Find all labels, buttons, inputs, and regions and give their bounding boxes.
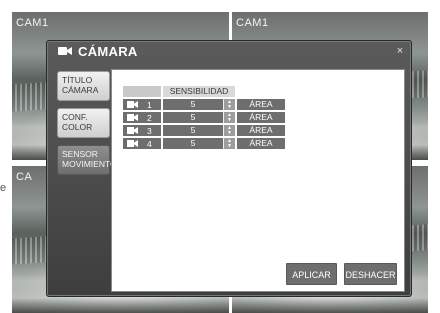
tab-label: SENSOR MOVIMIENTO xyxy=(62,149,117,169)
apply-button[interactable]: APLICAR xyxy=(286,263,337,285)
side-text: e xyxy=(0,182,7,194)
camera-icon xyxy=(127,101,138,108)
dialog-titlebar: CÁMARA × xyxy=(47,41,411,61)
down-arrow-icon[interactable]: ▼ xyxy=(227,130,232,136)
camera-number: 2 xyxy=(147,112,152,123)
camera-cell: 1 xyxy=(123,99,161,110)
camera-icon xyxy=(127,140,138,147)
header-camera-column xyxy=(123,86,161,97)
sensitivity-value[interactable]: 5 xyxy=(163,99,223,110)
table-row: 3 5 ▲ ▼ ÁREA xyxy=(123,125,293,136)
area-button[interactable]: ÁREA xyxy=(237,99,285,110)
down-arrow-icon[interactable]: ▼ xyxy=(227,104,232,110)
camera-tile-label: CAM1 xyxy=(16,17,49,29)
sensitivity-stepper[interactable]: ▲ ▼ xyxy=(223,138,235,149)
undo-button[interactable]: DESHACER xyxy=(344,263,397,285)
sensitivity-stepper[interactable]: ▲ ▼ xyxy=(223,112,235,123)
camera-icon xyxy=(58,46,72,56)
camera-cell: 4 xyxy=(123,138,161,149)
camera-settings-dialog: CÁMARA × TÍTULO CÁMARA CONF. COLOR SENSO… xyxy=(46,40,412,297)
sensitivity-stepper[interactable]: ▲ ▼ xyxy=(223,99,235,110)
area-button[interactable]: ÁREA xyxy=(237,125,285,136)
sensitivity-table: SENSIBILIDAD 1 5 ▲ ▼ ÁREA 2 5 ▲ ▼ ÁREA 3… xyxy=(123,86,293,151)
down-arrow-icon[interactable]: ▼ xyxy=(227,117,232,123)
tab-color-config[interactable]: CONF. COLOR xyxy=(57,108,110,138)
close-button[interactable]: × xyxy=(393,44,407,58)
sensitivity-stepper[interactable]: ▲ ▼ xyxy=(223,125,235,136)
camera-icon xyxy=(127,127,138,134)
tab-label: CONF. COLOR xyxy=(62,112,93,132)
tab-label: TÍTULO CÁMARA xyxy=(62,75,99,95)
camera-number: 4 xyxy=(147,138,152,149)
area-button[interactable]: ÁREA xyxy=(237,112,285,123)
table-header: SENSIBILIDAD xyxy=(123,86,293,97)
camera-icon xyxy=(127,114,138,121)
settings-panel: SENSIBILIDAD 1 5 ▲ ▼ ÁREA 2 5 ▲ ▼ ÁREA 3… xyxy=(111,69,405,292)
camera-tile-label: CA xyxy=(16,171,33,183)
camera-tile-label: CAM1 xyxy=(236,17,269,29)
dialog-title: CÁMARA xyxy=(78,43,138,59)
down-arrow-icon[interactable]: ▼ xyxy=(227,143,232,149)
table-row: 2 5 ▲ ▼ ÁREA xyxy=(123,112,293,123)
sensitivity-value[interactable]: 5 xyxy=(163,112,223,123)
camera-number: 3 xyxy=(147,125,152,136)
table-row: 1 5 ▲ ▼ ÁREA xyxy=(123,99,293,110)
camera-number: 1 xyxy=(147,99,152,110)
tab-camera-title[interactable]: TÍTULO CÁMARA xyxy=(57,71,110,101)
sensitivity-value[interactable]: 5 xyxy=(163,125,223,136)
tab-motion-sensor[interactable]: SENSOR MOVIMIENTO xyxy=(57,145,117,175)
table-row: 4 5 ▲ ▼ ÁREA xyxy=(123,138,293,149)
camera-cell: 3 xyxy=(123,125,161,136)
sensitivity-value[interactable]: 5 xyxy=(163,138,223,149)
area-button[interactable]: ÁREA xyxy=(237,138,285,149)
camera-cell: 2 xyxy=(123,112,161,123)
settings-tabs: TÍTULO CÁMARA CONF. COLOR SENSOR MOVIMIE… xyxy=(57,71,117,182)
header-sensitivity: SENSIBILIDAD xyxy=(163,86,235,97)
